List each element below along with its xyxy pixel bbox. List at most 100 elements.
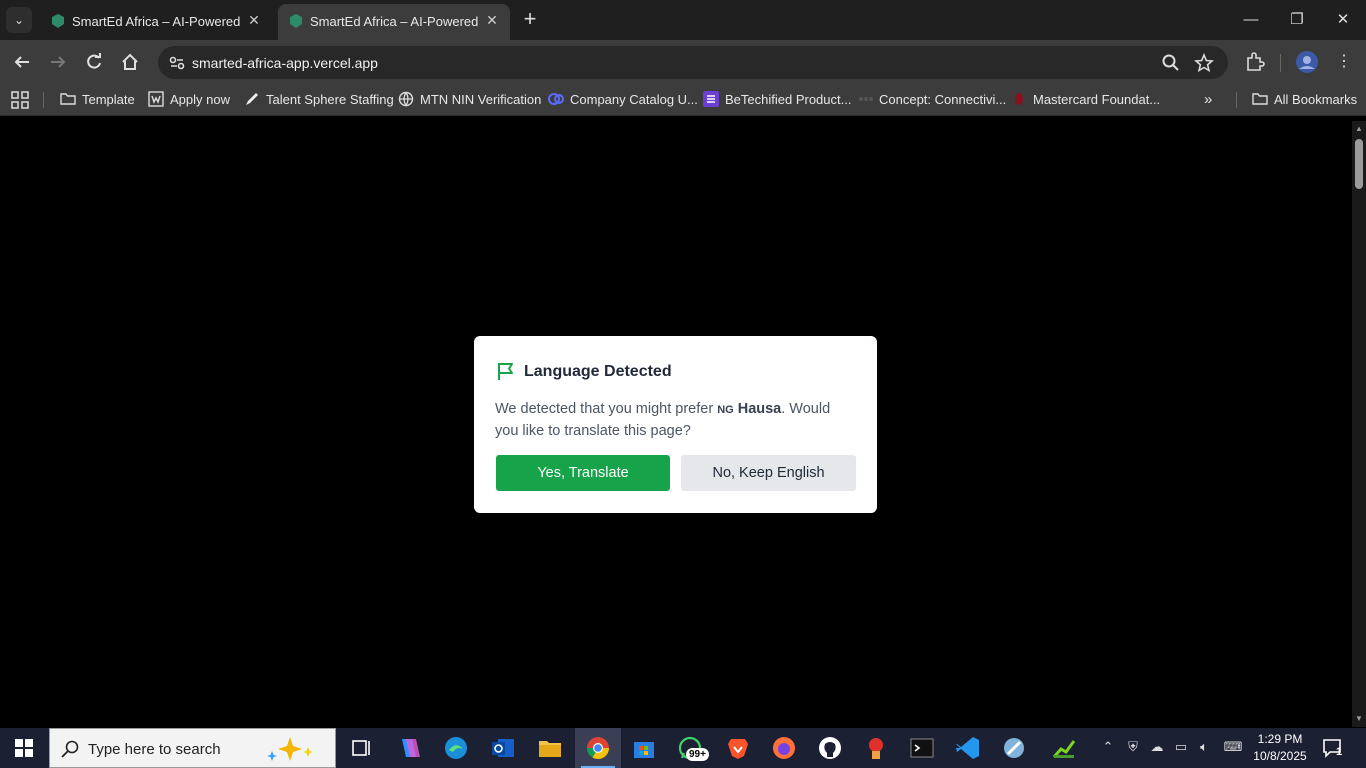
- bookmark-betechified[interactable]: BeTechified Product...: [703, 91, 851, 109]
- minimize-button[interactable]: —: [1228, 6, 1274, 34]
- app-icon-red[interactable]: [861, 734, 891, 762]
- country-code: NG: [717, 404, 734, 416]
- wellfound-icon: [148, 91, 164, 107]
- address-bar[interactable]: smarted-africa-app.vercel.app: [158, 46, 1228, 79]
- flag-icon: [498, 363, 513, 380]
- clock-time: 1:29 PM: [1257, 732, 1303, 746]
- keyboard-icon[interactable]: ⌨︎: [1221, 738, 1245, 756]
- close-window-button[interactable]: ✕: [1320, 6, 1366, 34]
- forward-button[interactable]: [44, 48, 72, 76]
- bookmark-label: Apply now: [170, 92, 230, 107]
- app-icon-brush[interactable]: [999, 734, 1029, 762]
- brave-browser-icon[interactable]: [723, 734, 753, 762]
- windows-start-icon[interactable]: [0, 728, 48, 768]
- github-desktop-icon[interactable]: [815, 734, 845, 762]
- smarted-favicon-icon: [52, 14, 64, 28]
- whatsapp-badge: 99+: [686, 748, 709, 761]
- scroll-up-arrow-icon[interactable]: ▲: [1354, 124, 1364, 134]
- bookmark-star-icon[interactable]: [1193, 52, 1215, 74]
- restore-button[interactable]: ❐: [1274, 6, 1320, 34]
- chart-app-icon[interactable]: [1049, 734, 1079, 762]
- mastercard-icon: [1015, 93, 1023, 105]
- arrow-left-icon: [14, 56, 29, 68]
- taskbar-search-box[interactable]: Type here to search: [49, 728, 336, 768]
- reload-button[interactable]: [80, 48, 108, 76]
- all-bookmarks[interactable]: All Bookmarks: [1252, 91, 1357, 109]
- bookmarks-bar: Template Apply now Talent Sphere Staffin…: [0, 84, 1366, 116]
- scrollbar[interactable]: ▲ ▼: [1352, 121, 1366, 727]
- notification-center-icon[interactable]: 1: [1322, 738, 1344, 758]
- keep-english-button[interactable]: No, Keep English: [681, 455, 856, 491]
- bookmark-concept[interactable]: Concept: Connectivi...: [857, 91, 1006, 109]
- bookmark-label: Mastercard Foundat...: [1033, 92, 1161, 107]
- dialog-message: We detected that you might prefer NG Hau…: [495, 399, 855, 442]
- browser-toolbar: smarted-africa-app.vercel.app ⋮: [0, 40, 1366, 84]
- message-prefix: We detected that you might prefer: [495, 401, 718, 417]
- tab-title: SmartEd Africa – AI-Powered Of: [72, 14, 242, 29]
- folder-icon: [60, 93, 76, 105]
- catalog-icon: [548, 93, 564, 105]
- edge-browser-icon[interactable]: [441, 734, 471, 762]
- new-tab-button[interactable]: +: [518, 8, 542, 32]
- network-icon[interactable]: ▭: [1172, 738, 1190, 756]
- zoom-icon[interactable]: [1160, 52, 1182, 74]
- language-detected-dialog: Language Detected We detected that you m…: [474, 336, 877, 513]
- bookmark-template[interactable]: Template: [60, 91, 135, 109]
- firefox-icon[interactable]: [769, 734, 799, 762]
- bookmark-label: Concept: Connectivi...: [879, 92, 1007, 107]
- volume-icon[interactable]: 🔈︎: [1195, 738, 1213, 756]
- menu-kebab-icon[interactable]: ⋮: [1330, 48, 1358, 76]
- home-icon: [122, 53, 138, 70]
- show-hidden-icons-chevron-icon[interactable]: ⌃: [1099, 738, 1117, 756]
- security-shield-icon[interactable]: ⛨: [1124, 738, 1142, 756]
- bookmark-label: Company Catalog U...: [570, 92, 698, 107]
- bookmark-apply-now[interactable]: Apply now: [148, 91, 230, 109]
- scroll-thumb[interactable]: [1355, 139, 1363, 189]
- bookmarks-divider: [43, 92, 44, 108]
- profile-avatar[interactable]: [1295, 50, 1319, 74]
- search-highlight-sparkle-icon[interactable]: [264, 735, 328, 763]
- outlook-icon[interactable]: [488, 734, 518, 762]
- bookmarks-divider: [1236, 92, 1237, 108]
- microsoft-store-icon[interactable]: [629, 734, 659, 762]
- home-button[interactable]: [116, 48, 144, 76]
- pen-icon: [246, 93, 258, 105]
- windows-taskbar: Type here to search 99+ ⌃ ⛨ ☁ ▭ 🔈︎ ⌨︎ 1:…: [0, 728, 1366, 768]
- folder-icon: [1252, 93, 1268, 105]
- tab-active[interactable]: SmartEd Africa – AI-Powered Of ✕: [278, 4, 510, 40]
- bookmark-mastercard[interactable]: Mastercard Foundat...: [1011, 91, 1160, 109]
- tab-close-icon[interactable]: ✕: [246, 12, 262, 28]
- scroll-down-arrow-icon[interactable]: ▼: [1354, 714, 1364, 724]
- bookmark-company-catalog[interactable]: Company Catalog U...: [548, 91, 698, 109]
- terminal-icon[interactable]: [907, 734, 937, 762]
- taskbar-clock[interactable]: 1:29 PM 10/8/2025: [1252, 731, 1308, 765]
- bookmark-talent-sphere[interactable]: Talent Sphere Staffing: [244, 91, 394, 109]
- back-button[interactable]: [8, 48, 36, 76]
- whatsapp-icon[interactable]: 99+: [676, 734, 716, 762]
- more-bookmarks-chevron-icon[interactable]: »: [1204, 91, 1212, 109]
- extensions-icon[interactable]: [1243, 50, 1267, 74]
- notification-count: 1: [1336, 746, 1343, 758]
- apps-grid-icon[interactable]: [11, 91, 29, 109]
- toolbar-divider: [1280, 54, 1281, 72]
- tab-search-button[interactable]: ⌄: [6, 7, 32, 33]
- copilot-icon[interactable]: [394, 734, 424, 762]
- list-icon: [703, 91, 719, 107]
- site-info-icon[interactable]: [166, 52, 188, 74]
- yes-translate-button[interactable]: Yes, Translate: [496, 455, 670, 491]
- onedrive-cloud-icon[interactable]: ☁: [1148, 738, 1166, 756]
- tab-strip: ⌄ SmartEd Africa – AI-Powered Of ✕ Smart…: [0, 0, 1366, 40]
- vscode-icon[interactable]: [953, 734, 983, 762]
- bookmark-mtn-nin[interactable]: MTN NIN Verification: [398, 91, 541, 109]
- task-view-icon[interactable]: [346, 734, 376, 762]
- concept-icon: [859, 97, 873, 101]
- bookmark-label: BeTechified Product...: [725, 92, 852, 107]
- tab-inactive[interactable]: SmartEd Africa – AI-Powered Of ✕: [40, 4, 272, 40]
- dialog-title: Language Detected: [524, 363, 672, 380]
- tab-close-icon[interactable]: ✕: [484, 12, 500, 28]
- file-explorer-icon[interactable]: [535, 734, 565, 762]
- arrow-right-icon: [51, 56, 66, 68]
- search-placeholder: Type here to search: [88, 741, 221, 758]
- smarted-favicon-icon: [290, 14, 302, 28]
- chrome-taskbar-icon[interactable]: [575, 728, 621, 768]
